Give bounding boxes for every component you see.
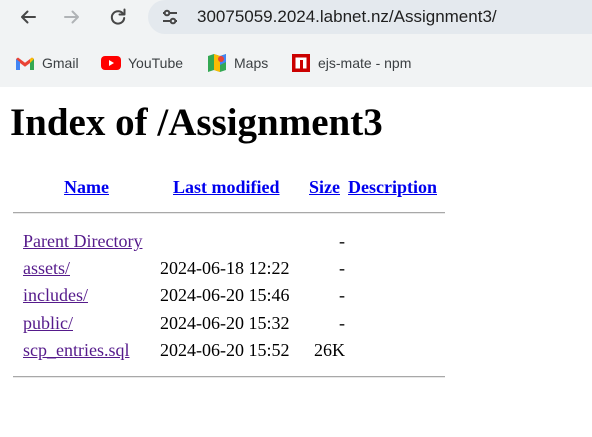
reload-button[interactable] [102,3,134,31]
bookmark-npm[interactable]: ejs-mate - npm [291,52,411,74]
entry-link[interactable]: public/ [23,313,73,334]
bookmark-label: YouTube [128,55,184,71]
sort-by-modified-link[interactable]: Last modified [173,177,280,198]
page-title: Index of /Assignment3 [10,101,383,144]
file-size: - [339,285,345,305]
table-row: public/ 2024-06-20 15:32 - [0,313,592,335]
bookmark-label: Maps [234,55,269,71]
youtube-icon [101,54,121,72]
entry-link[interactable]: includes/ [23,285,88,306]
table-row: Parent Directory - [0,231,592,253]
bookmarks-bar: Gmail YouTube Maps ejs-mate - npm [0,38,592,87]
npm-icon [291,54,311,72]
gmail-icon [15,54,35,72]
bookmark-gmail[interactable]: Gmail [15,52,79,74]
url-text[interactable]: 30075059.2024.labnet.nz/Assignment3/ [197,7,497,27]
table-row: assets/ 2024-06-18 12:22 - [0,258,592,280]
address-bar[interactable]: 30075059.2024.labnet.nz/Assignment3/ [148,0,592,34]
file-size: - [339,231,345,251]
table-row: scp_entries.sql 2024-06-20 15:52 26K [0,340,592,362]
modified-date: 2024-06-20 15:52 [160,340,290,360]
entry-link[interactable]: scp_entries.sql [23,340,129,361]
entry-link[interactable]: assets/ [23,258,70,279]
parent-directory-link[interactable]: Parent Directory [23,231,142,252]
bookmark-label: Gmail [42,55,79,71]
forward-arrow-icon [64,10,79,24]
bookmark-label: ejs-mate - npm [318,55,412,71]
file-size: - [339,258,345,278]
site-info-button[interactable] [159,6,181,28]
reload-icon [110,8,126,25]
modified-date: 2024-06-20 15:46 [160,285,290,305]
forward-button[interactable] [56,3,88,31]
tune-icon [163,9,177,25]
sort-by-size-link[interactable]: Size [309,177,340,198]
file-size: - [339,313,345,333]
bookmark-youtube[interactable]: YouTube [101,52,183,74]
maps-icon [207,54,227,72]
file-size: 26K [314,340,345,360]
table-row: includes/ 2024-06-20 15:46 - [0,285,592,307]
back-arrow-icon [21,10,36,24]
modified-date: 2024-06-18 12:22 [160,258,290,278]
bookmark-maps[interactable]: Maps [207,52,268,74]
bottom-divider [13,376,445,378]
sort-by-name-link[interactable]: Name [64,177,109,198]
modified-date: 2024-06-20 15:32 [160,313,290,333]
top-divider [13,212,445,214]
browser-toolbar: 30075059.2024.labnet.nz/Assignment3/ [0,0,592,38]
back-button[interactable] [12,3,44,31]
sort-by-description-link[interactable]: Description [348,177,437,198]
